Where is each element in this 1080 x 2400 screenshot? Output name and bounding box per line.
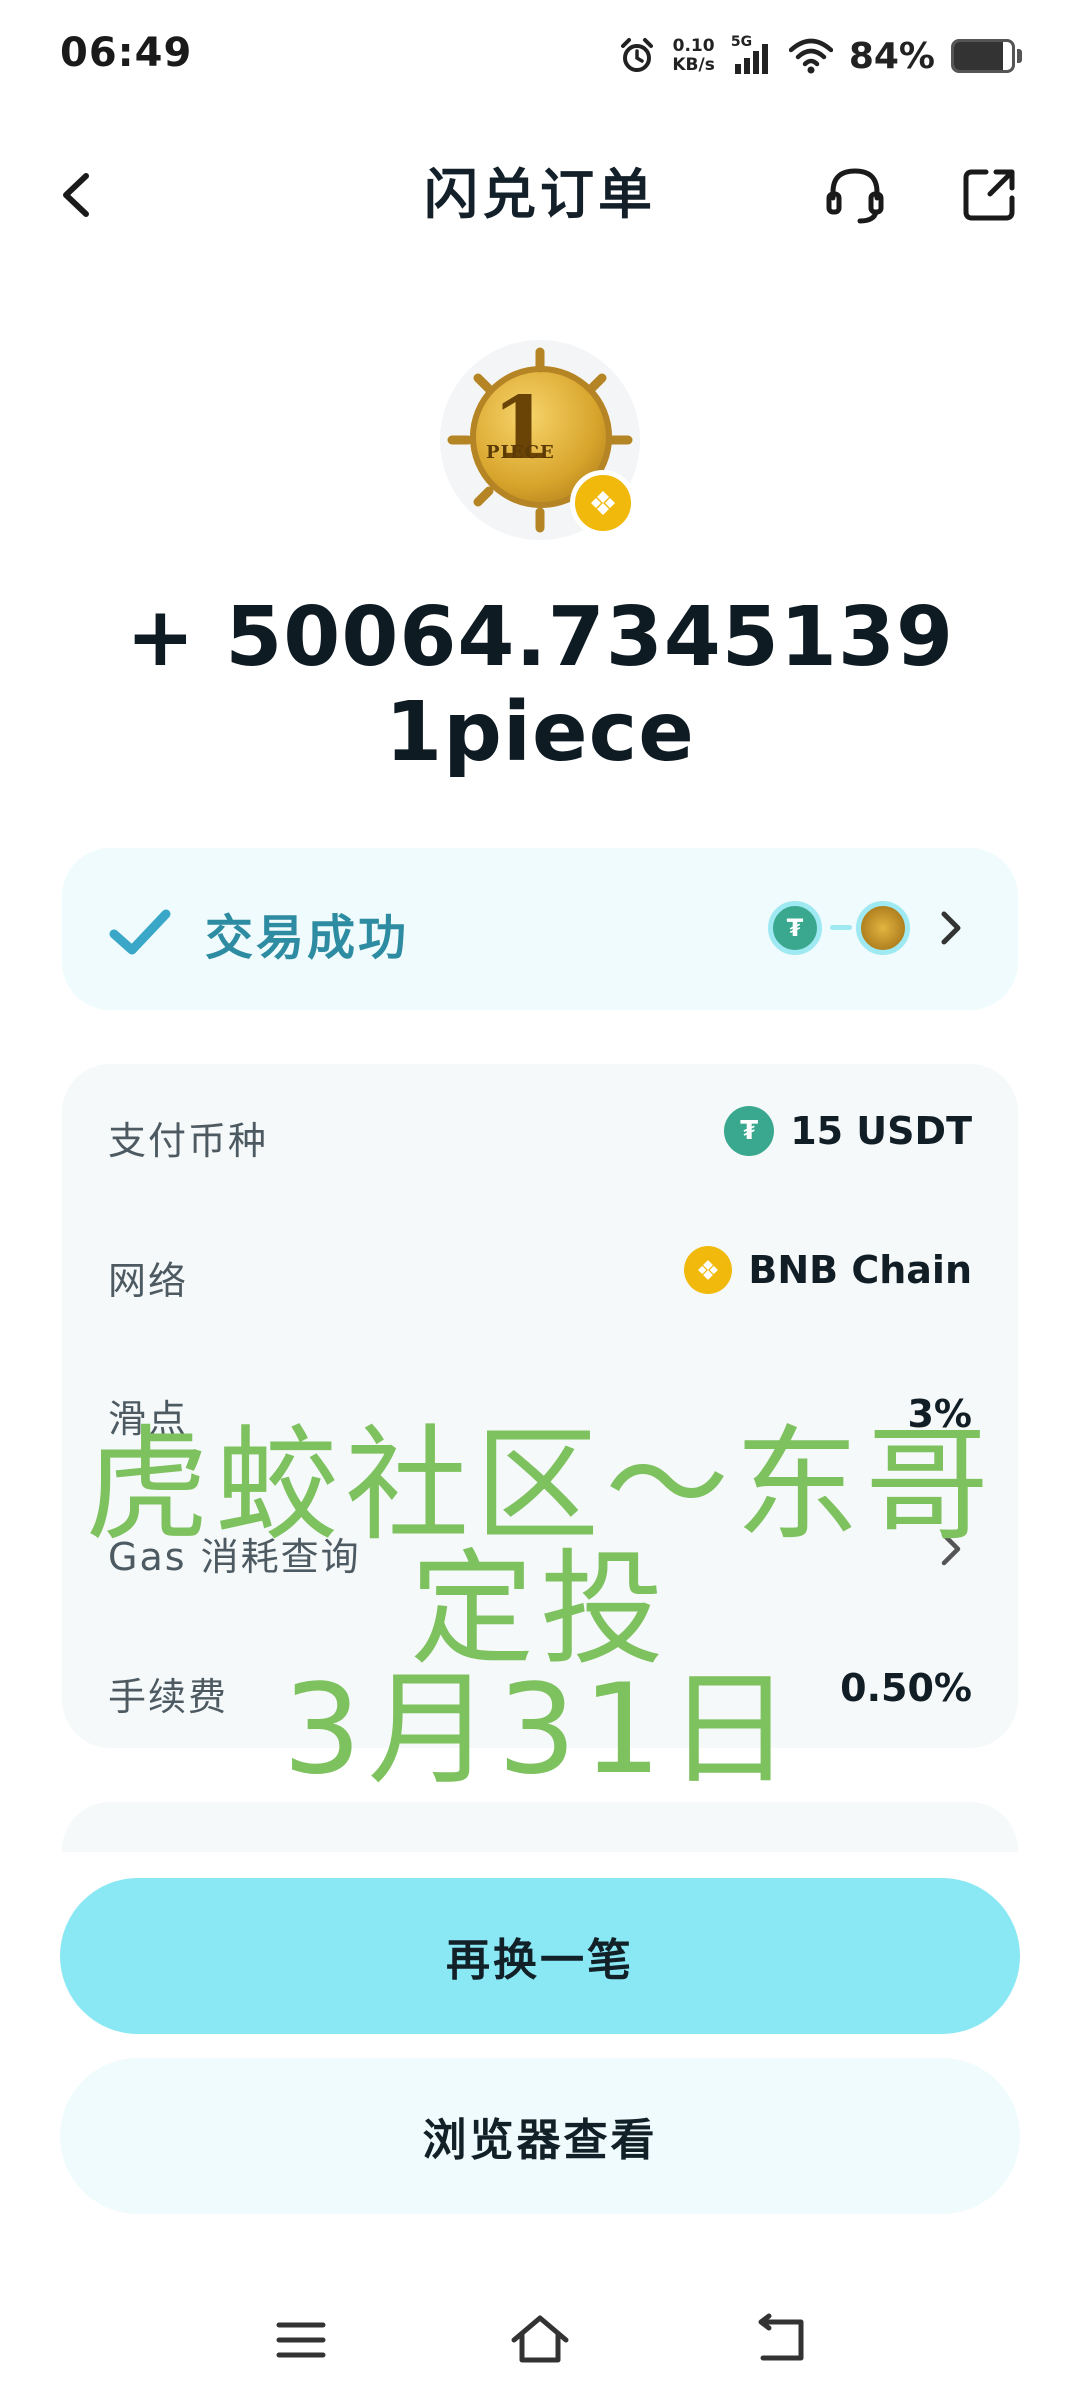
coin-logo-number: 1 — [492, 378, 552, 479]
network-text: BNB Chain — [748, 1248, 972, 1292]
coin-logo-label: PIECE — [486, 442, 555, 463]
home-icon — [511, 2315, 569, 2363]
home-nav-button[interactable] — [505, 2305, 575, 2375]
card-clip — [0, 1852, 1080, 1876]
back-nav-button[interactable] — [746, 2305, 816, 2375]
watermark-line-3: 3月31日 — [282, 1658, 798, 1802]
return-icon — [758, 2313, 804, 2361]
page-title: 闪兑订单 — [424, 163, 656, 226]
headset-icon — [826, 168, 884, 224]
share-icon — [963, 169, 1015, 221]
menu-nav-button[interactable] — [266, 2305, 336, 2375]
network-label: 网络 — [108, 1259, 189, 1303]
battery-icon — [951, 39, 1015, 73]
status-icons: 0.10 KB/s 5G 84% — [618, 28, 1022, 84]
bnb-badge-icon — [570, 470, 636, 536]
network-speed-unit: KB/s — [672, 55, 715, 75]
usdt-route-icon: ₮ — [768, 901, 822, 955]
battery-percent: 84% — [848, 35, 935, 77]
pay-currency-label: 支付币种 — [108, 1119, 269, 1163]
chevron-right-icon[interactable] — [930, 906, 970, 950]
pay-currency-value: ₮ 15 USDT — [724, 1106, 972, 1156]
status-time: 06:49 — [60, 30, 193, 76]
share-button[interactable] — [952, 158, 1026, 232]
received-amount: + 50064.7345139 1piece — [125, 590, 955, 780]
swap-again-button[interactable]: 再换一笔 — [60, 1878, 1020, 2034]
menu-icon — [276, 2322, 326, 2358]
support-button[interactable] — [818, 158, 892, 232]
wifi-icon — [788, 38, 833, 74]
network-speed: 0.10 KB/s — [672, 37, 714, 75]
watermark-line-2: 定投 — [409, 1538, 670, 1682]
bnb-icon — [684, 1246, 733, 1294]
network-value: BNB Chain — [684, 1246, 972, 1294]
battery-cap — [1017, 49, 1022, 63]
network-speed-value: 0.10 — [672, 36, 715, 56]
check-icon — [109, 909, 171, 955]
piece-route-icon — [856, 901, 910, 955]
alarm-icon — [621, 38, 654, 72]
view-in-explorer-button[interactable]: 浏览器查看 — [60, 2058, 1020, 2214]
route-connector — [830, 925, 852, 930]
signal-icon: 5G — [731, 34, 773, 76]
transaction-status-label: 交易成功 — [205, 910, 410, 966]
usdt-icon: ₮ — [724, 1106, 775, 1156]
pay-currency-text: 15 USDT — [790, 1109, 972, 1153]
watermark-line-1: 虎蛟社区～东哥 — [84, 1414, 995, 1558]
